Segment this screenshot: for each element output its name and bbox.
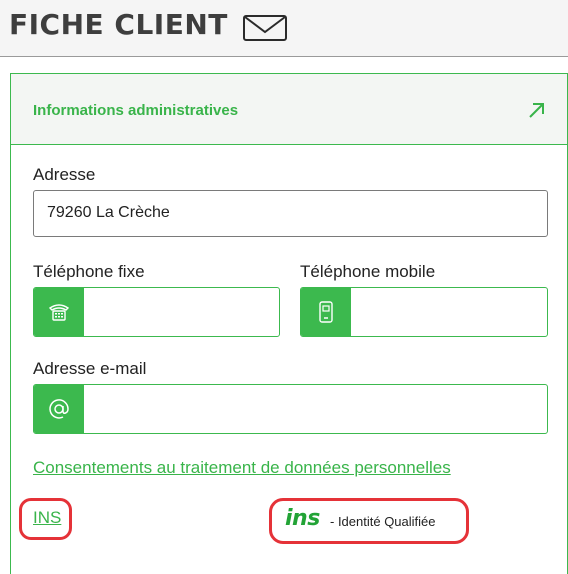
page-header: FICHE CLIENT [0, 0, 568, 57]
address-label: Adresse [33, 165, 96, 184]
at-icon [34, 385, 84, 433]
envelope-icon[interactable] [242, 14, 288, 42]
ins-link[interactable]: INS [33, 508, 61, 528]
email-label: Adresse e-mail [33, 359, 147, 378]
mobile-phone-icon [301, 288, 351, 336]
email-field[interactable] [33, 384, 548, 434]
address-field[interactable]: 79260 La Crèche [33, 190, 548, 237]
phone-mobile-label: Téléphone mobile [300, 262, 436, 281]
phone-icon [34, 288, 84, 336]
card-header: Informations administratives [11, 74, 567, 145]
phone-fixed-input[interactable] [85, 288, 279, 336]
card-title: Informations administratives [33, 102, 239, 119]
phone-fixed-field[interactable] [33, 287, 280, 337]
ins-logo: ins [285, 506, 320, 531]
page-title: FICHE CLIENT [9, 8, 228, 41]
phone-mobile-input[interactable] [352, 288, 547, 336]
email-input[interactable] [85, 385, 547, 433]
phone-mobile-field[interactable] [300, 287, 548, 337]
consent-link[interactable]: Consentements au traitement de données p… [33, 458, 451, 478]
arrow-up-right-icon[interactable] [527, 100, 547, 120]
phone-fixed-label: Téléphone fixe [33, 262, 145, 281]
ins-qualified-text: - Identité Qualifiée [330, 514, 436, 529]
address-value: 79260 La Crèche [47, 204, 170, 221]
